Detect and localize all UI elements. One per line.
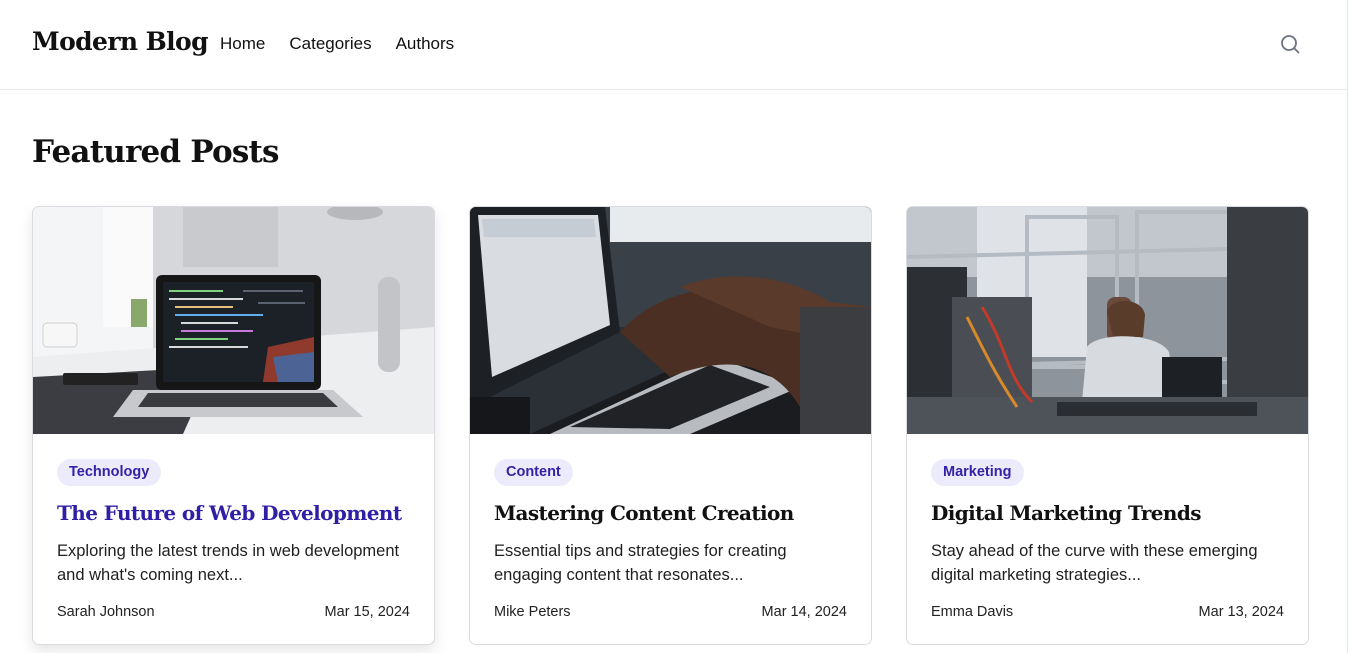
post-image-engineering-lab[interactable] <box>907 207 1308 434</box>
search-button[interactable] <box>1279 33 1301 55</box>
post-excerpt: Essential tips and strategies for creati… <box>494 542 787 584</box>
post-image-laptop-desk[interactable] <box>33 207 434 434</box>
site-logo[interactable]: Modern Blog <box>32 27 209 56</box>
main-nav: Home Categories Authors <box>220 34 454 54</box>
post-title[interactable]: The Future of Web Development <box>57 501 402 525</box>
engineering-lab-image <box>907 207 1308 434</box>
post-excerpt: Exploring the latest trends in web devel… <box>57 542 400 584</box>
category-badge[interactable]: Marketing <box>931 459 1024 486</box>
nav-categories[interactable]: Categories <box>289 34 371 54</box>
post-card-content-creation[interactable]: Content Mastering Content Creation Essen… <box>469 206 872 645</box>
post-date: Mar 14, 2024 <box>761 604 847 620</box>
post-title[interactable]: Mastering Content Creation <box>494 501 794 525</box>
post-excerpt: Stay ahead of the curve with these emerg… <box>931 542 1258 584</box>
laptop-desk-image <box>33 207 434 434</box>
site-header: Modern Blog Home Categories Authors <box>0 0 1347 90</box>
category-badge[interactable]: Content <box>494 459 573 486</box>
post-image-typing-hands[interactable] <box>470 207 871 434</box>
post-card-web-development[interactable]: Technology The Future of Web Development… <box>32 206 435 645</box>
post-date: Mar 13, 2024 <box>1198 604 1284 620</box>
nav-home[interactable]: Home <box>220 34 265 54</box>
post-meta: Emma Davis Mar 13, 2024 <box>931 604 1284 620</box>
nav-authors[interactable]: Authors <box>396 34 455 54</box>
post-meta: Sarah Johnson Mar 15, 2024 <box>57 604 410 620</box>
post-meta: Mike Peters Mar 14, 2024 <box>494 604 847 620</box>
typing-hands-image <box>470 207 871 434</box>
section-title: Featured Posts <box>32 134 279 170</box>
blog-page: Modern Blog Home Categories Authors Feat… <box>0 0 1348 653</box>
post-title[interactable]: Digital Marketing Trends <box>931 501 1202 525</box>
search-icon <box>1281 35 1300 54</box>
post-date: Mar 15, 2024 <box>324 604 410 620</box>
post-author: Mike Peters <box>494 604 571 620</box>
category-badge[interactable]: Technology <box>57 459 162 486</box>
post-author: Sarah Johnson <box>57 604 155 620</box>
post-author: Emma Davis <box>931 604 1014 620</box>
post-card-digital-marketing[interactable]: Marketing Digital Marketing Trends Stay … <box>906 206 1309 645</box>
